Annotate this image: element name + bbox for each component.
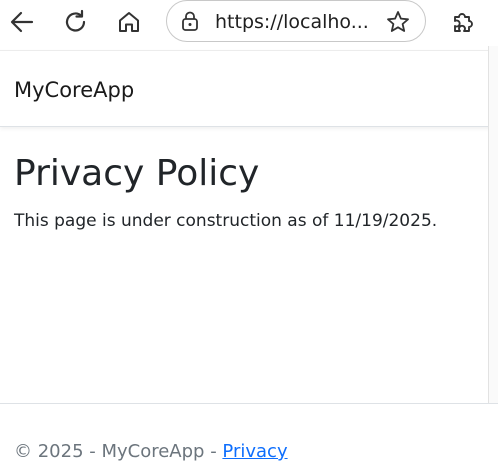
navbar-brand[interactable]: MyCoreApp <box>14 77 134 103</box>
refresh-icon <box>62 8 90 36</box>
refresh-button[interactable] <box>58 4 94 40</box>
page-description: This page is under construction as of 11… <box>14 211 438 231</box>
home-icon <box>115 8 143 36</box>
footer: © 2025 - MyCoreApp - Privacy <box>0 403 498 475</box>
page-title: Privacy Policy <box>14 153 260 194</box>
browser-toolbar: https://localho... <box>0 0 498 44</box>
address-bar[interactable]: https://localho... <box>166 0 426 42</box>
back-button[interactable] <box>4 4 40 40</box>
footer-text: © 2025 - MyCoreApp - Privacy <box>14 440 288 464</box>
lock-icon[interactable] <box>179 10 201 36</box>
app-navbar: MyCoreApp <box>0 50 498 127</box>
puzzle-piece-icon <box>449 8 477 36</box>
footer-copyright: © 2025 - MyCoreApp - <box>14 441 223 462</box>
star-icon[interactable] <box>385 9 411 39</box>
home-button[interactable] <box>111 4 147 40</box>
url-text[interactable]: https://localho... <box>215 10 391 34</box>
footer-privacy-link[interactable]: Privacy <box>222 441 287 462</box>
extensions-button[interactable] <box>445 4 481 40</box>
back-arrow-icon <box>8 8 36 36</box>
